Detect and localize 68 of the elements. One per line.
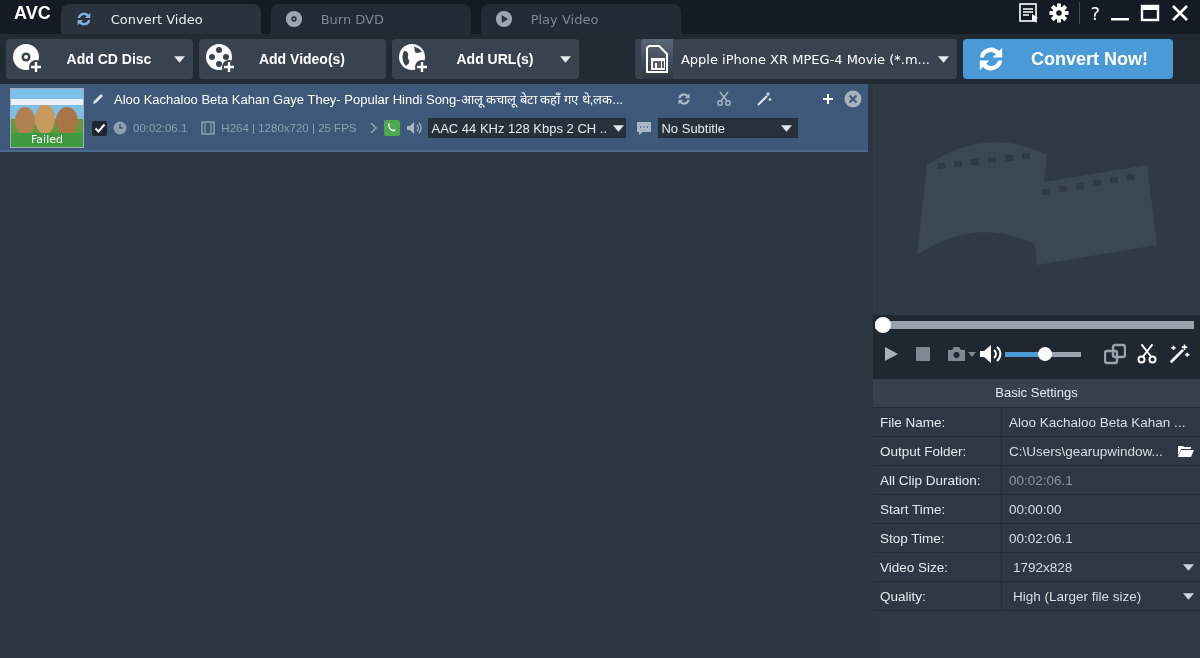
status-badge: Failed [11, 133, 83, 147]
camera-icon[interactable] [947, 346, 977, 362]
subtitle-dropdown[interactable]: No Subtitle [658, 118, 799, 138]
setting-label: All Clip Duration: [879, 471, 982, 490]
profile-dropdown[interactable]: Apple iPhone XR MPEG-4 Movie (*.m... [635, 39, 957, 79]
tab[interactable]: Convert Video [60, 4, 261, 34]
seek-bar[interactable] [875, 317, 1194, 333]
setting-label: Start Time: [879, 500, 947, 519]
phone-icon [384, 120, 401, 136]
file-title: Aloo Kachaloo Beta Kahan Gaye They- Popular Hindi Song-आलू कचालू बेटा कहाँ गए थे,लक... [114, 91, 624, 108]
help-icon[interactable]: ? [1090, 2, 1100, 24]
settings-icon[interactable] [1049, 3, 1070, 23]
clock-icon [113, 121, 127, 135]
setting-value: 00:02:06.1 [1009, 530, 1074, 546]
caret-icon [1183, 592, 1194, 600]
copy-icon[interactable] [1104, 343, 1126, 365]
pencil-icon[interactable] [92, 93, 104, 105]
volume-handle[interactable] [1037, 347, 1052, 361]
magic-wand-icon[interactable] [1168, 343, 1190, 365]
checkbox[interactable] [92, 120, 107, 136]
video-info: H264 | 1280x720 | 25 FPS [221, 122, 357, 134]
add-icon[interactable] [822, 93, 834, 105]
caret-icon [560, 55, 571, 63]
play-icon[interactable] [883, 346, 899, 362]
setting-label: Output Folder: [879, 442, 968, 461]
setting-value: 00:00:00 [1009, 501, 1063, 517]
document-icon [643, 44, 671, 74]
setting-label: File Name: [879, 413, 947, 432]
file-row[interactable]: Failed Aloo Kachaloo Beta Kahan Gaye They- Popular Hindi Song-आलू कचालू बेटा कहाँ गए थे,लक... 00:02:06.1 H264 | 1280x720 | 25 FPS AAC 44 KHz 128 Kbps 2 CH .. No Subtitle [0, 84, 868, 152]
play-icon [494, 10, 513, 28]
folder-icon[interactable] [1178, 445, 1194, 457]
task-list-icon[interactable] [1019, 3, 1040, 23]
audio-track-dropdown[interactable]: AAC 44 KHz 128 Kbps 2 CH .. [428, 118, 627, 138]
add-button[interactable]: Add CD Disc [6, 39, 193, 79]
caret-icon [174, 55, 185, 63]
setting-dropdown[interactable]: 1792x828 [1001, 553, 1200, 581]
add-button[interactable]: Add URL(s) [392, 39, 579, 79]
add-button[interactable]: Add Video(s) [199, 39, 386, 79]
film-reel-add-icon [205, 43, 237, 75]
chevron-icon[interactable] [370, 122, 379, 134]
tab[interactable]: Play Video [480, 4, 681, 34]
scissors-icon[interactable] [1136, 343, 1158, 365]
subtitle-icon [636, 120, 653, 136]
refresh-icon[interactable] [676, 91, 692, 107]
setting-value: 00:02:06.1 [1009, 472, 1074, 488]
speaker-icon [406, 121, 423, 135]
setting-value: Aloo Kachaloo Beta Kahan ... [1009, 414, 1187, 430]
volume-icon[interactable] [979, 344, 1003, 364]
setting-label: Stop Time: [879, 529, 946, 548]
duration: 00:02:06.1 [133, 122, 188, 134]
film-icon [201, 121, 216, 135]
seek-handle[interactable] [875, 317, 891, 333]
caret-icon [781, 124, 793, 132]
app-logo: AVC [13, 3, 52, 25]
stop-icon[interactable] [915, 346, 931, 362]
caret-icon [613, 124, 625, 132]
disc-icon [284, 10, 303, 28]
tab[interactable]: Burn DVD [270, 4, 471, 34]
panel-title: Basic Settings [873, 379, 1200, 407]
setting-label: Video Size: [879, 558, 950, 577]
maximize-icon[interactable] [1140, 3, 1160, 23]
setting-label: Quality: [879, 587, 927, 606]
disc-add-icon [12, 43, 44, 75]
globe-add-icon [398, 43, 430, 75]
setting-value: C:\Users\gearupwindow... [1009, 443, 1164, 459]
close-icon[interactable] [1170, 3, 1190, 23]
caret-icon [1183, 563, 1194, 571]
caret-icon [938, 55, 949, 63]
